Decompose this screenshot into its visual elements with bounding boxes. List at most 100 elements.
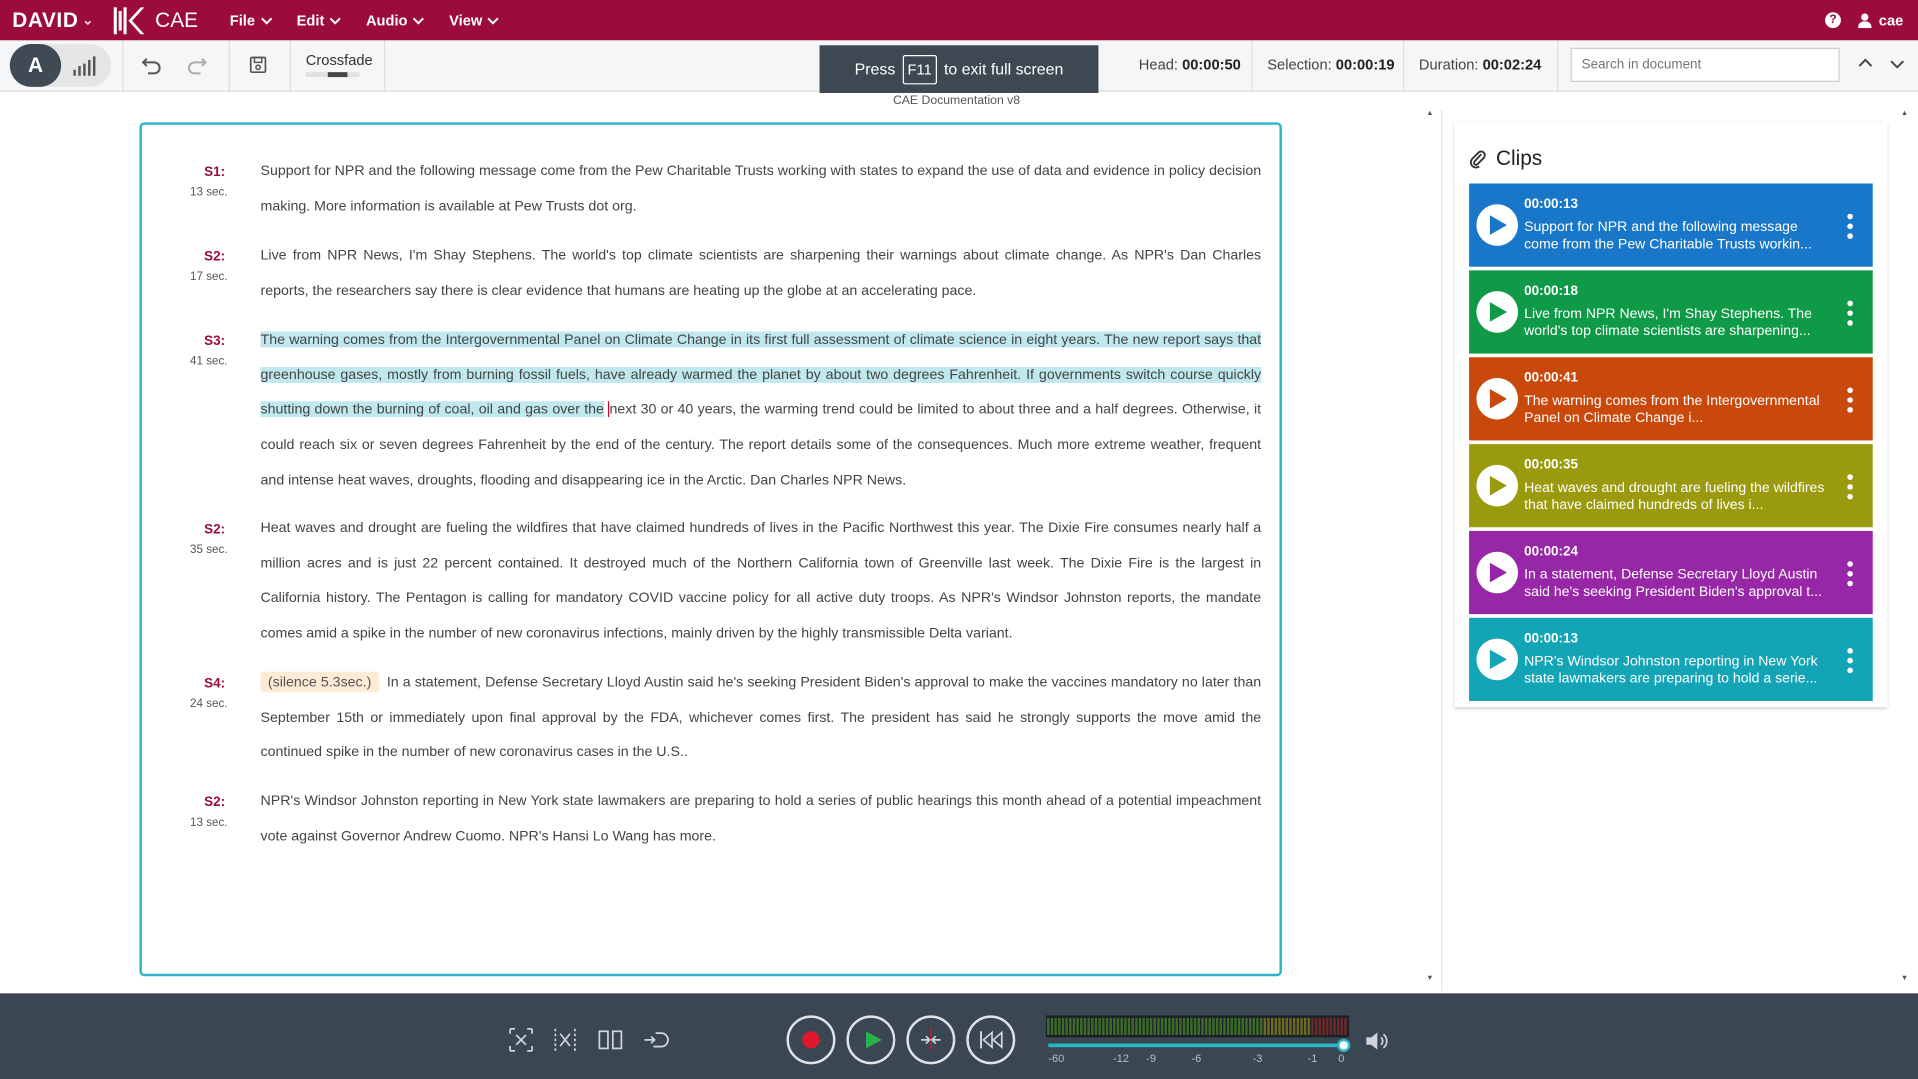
volume-slider-track[interactable] <box>1048 1043 1342 1048</box>
split-icon[interactable] <box>597 1026 624 1053</box>
search-input[interactable] <box>1570 47 1840 82</box>
help-icon[interactable]: ? <box>1824 12 1841 29</box>
clip-card[interactable]: 00:00:24 In a statement, Defense Secretar… <box>1469 530 1873 615</box>
scroll-up-arrow[interactable]: ▲ <box>1901 110 1911 117</box>
meter-scale-label: -1 <box>1307 1052 1318 1065</box>
silence-marker[interactable]: (silence 5.3sec.) <box>260 671 379 693</box>
divider <box>289 40 292 92</box>
selection-label: Selection: <box>1267 56 1332 74</box>
undo-icon[interactable] <box>141 54 163 76</box>
transcript-editor[interactable]: S1: 13 sec. Support for NPR and the foll… <box>139 122 1282 977</box>
clip-card[interactable]: 00:00:41 The warning comes from the Inter… <box>1469 357 1873 441</box>
clip-play-button[interactable] <box>1476 638 1519 681</box>
trim-icon[interactable] <box>552 1026 579 1053</box>
record-button[interactable] <box>786 1015 836 1065</box>
loop-icon[interactable] <box>642 1026 669 1053</box>
clip-text: The warning comes from the Intergovernme… <box>1524 393 1820 426</box>
paperclip-icon <box>1469 150 1486 169</box>
meter-scale-label: 0 <box>1338 1052 1345 1065</box>
divider <box>1251 40 1253 92</box>
total-duration: Duration: 00:02:24 <box>1419 56 1541 73</box>
menu-edit[interactable]: Edit <box>297 12 342 29</box>
clip-card[interactable]: 00:00:13 NPR's Windsor Johnston reporting… <box>1469 617 1873 701</box>
fullscreen-message: to exit full screen <box>943 59 1064 79</box>
speaker-label: S4: <box>204 676 226 692</box>
more-options-icon[interactable] <box>1847 560 1853 587</box>
segment-text[interactable]: Support for NPR and the following messag… <box>261 154 1262 224</box>
record-icon <box>802 1031 820 1049</box>
volume-icon[interactable] <box>1364 1030 1388 1052</box>
speaker-label: S2: <box>204 249 226 265</box>
crossfade-slider[interactable] <box>305 72 360 78</box>
crossfade-slider-handle[interactable] <box>327 72 348 78</box>
menu-audio[interactable]: Audio <box>366 12 425 29</box>
more-options-icon[interactable] <box>1847 213 1853 240</box>
main-menu: File Edit Audio View <box>230 12 500 29</box>
chevron-down-icon[interactable] <box>1889 55 1906 72</box>
more-options-icon[interactable] <box>1847 387 1853 414</box>
clip-play-button[interactable] <box>1476 204 1519 246</box>
user-icon <box>1858 12 1872 28</box>
segment-text-body[interactable]: In a statement, Defense Secretary Lloyd … <box>261 674 1262 760</box>
scroll-up-arrow[interactable]: ▲ <box>1426 110 1436 117</box>
play-button[interactable] <box>846 1015 896 1065</box>
clip-card[interactable]: 00:00:13 Support for NPR and the followin… <box>1469 183 1873 267</box>
menu-view[interactable]: View <box>449 12 499 29</box>
segment-text[interactable]: (silence 5.3sec.) In a statement, Defens… <box>260 666 1262 771</box>
david-brand[interactable]: DAVID ⌄ <box>12 8 94 32</box>
cae-logo-icon <box>113 6 145 34</box>
divider <box>1403 40 1405 92</box>
menu-audio-label: Audio <box>365 11 408 29</box>
clip-time: 00:00:35 <box>1524 457 1578 473</box>
more-options-icon[interactable] <box>1847 300 1853 327</box>
speaker-label: S2: <box>204 522 226 538</box>
clip-play-button[interactable] <box>1476 551 1519 594</box>
meter-scale-label: -6 <box>1191 1052 1202 1065</box>
play-icon <box>1489 649 1507 670</box>
clips-header: Clips <box>1469 147 1542 171</box>
scroll-down-arrow[interactable]: ▼ <box>1901 975 1911 982</box>
play-icon <box>866 1031 882 1049</box>
waveform-mode-icon[interactable] <box>72 56 96 76</box>
play-icon <box>1489 562 1507 583</box>
meter-scale-label: -9 <box>1146 1052 1156 1065</box>
redo-icon[interactable] <box>186 54 208 76</box>
save-icon[interactable] <box>248 55 268 75</box>
clip-text: Support for NPR and the following messag… <box>1524 220 1812 253</box>
segment-text[interactable]: NPR's Windsor Johnston reporting in New … <box>261 784 1262 854</box>
segment-duration: 13 sec. <box>190 815 228 830</box>
view-mode-toggle: A <box>9 44 112 87</box>
segment-text[interactable]: Live from NPR News, I'm Shay Stephens. T… <box>261 239 1262 309</box>
chevron-down-icon <box>487 17 499 25</box>
document-title: CAE Documentation v8 <box>892 94 1021 108</box>
user-menu[interactable]: cae <box>1858 12 1903 29</box>
clip-card[interactable]: 00:00:18 Live from NPR News, I'm Shay Ste… <box>1469 270 1873 354</box>
more-options-icon[interactable] <box>1847 473 1853 500</box>
segment-text[interactable]: Heat waves and drought are fueling the w… <box>261 511 1262 651</box>
clip-play-button[interactable] <box>1476 464 1519 507</box>
clips-panel: Clips 00:00:13 Support for NPR and the fo… <box>1454 122 1888 708</box>
more-options-icon[interactable] <box>1847 647 1853 674</box>
clip-play-button[interactable] <box>1476 291 1519 333</box>
clip-card[interactable]: 00:00:35 Heat waves and drought are fueli… <box>1469 444 1873 528</box>
chevron-up-icon[interactable] <box>1857 55 1874 72</box>
scroll-down-arrow[interactable]: ▼ <box>1426 975 1436 982</box>
clips-title: Clips <box>1495 146 1543 171</box>
play-icon <box>1489 475 1507 496</box>
menu-file-label: File <box>229 11 256 29</box>
rewind-to-start-button[interactable] <box>966 1015 1016 1065</box>
menu-file[interactable]: File <box>230 12 272 29</box>
volume-slider-handle[interactable] <box>1336 1038 1351 1053</box>
segment-duration: 35 sec. <box>190 543 228 557</box>
clip-text: NPR's Windsor Johnston reporting in New … <box>1524 654 1818 687</box>
clip-play-button[interactable] <box>1476 378 1519 420</box>
text-mode-button[interactable]: A <box>9 44 62 87</box>
panel-divider[interactable] <box>1440 110 1443 991</box>
jump-to-cursor-button[interactable] <box>906 1015 956 1065</box>
duration-value: 00:02:24 <box>1482 56 1542 74</box>
segment-text[interactable]: The warning comes from the Intergovernme… <box>260 323 1262 499</box>
fullscreen-press: Press <box>854 59 896 79</box>
clip-text: Live from NPR News, I'm Shay Stephens. T… <box>1524 307 1812 339</box>
cut-selection-icon[interactable] <box>508 1026 535 1053</box>
level-meter <box>1045 1015 1350 1038</box>
